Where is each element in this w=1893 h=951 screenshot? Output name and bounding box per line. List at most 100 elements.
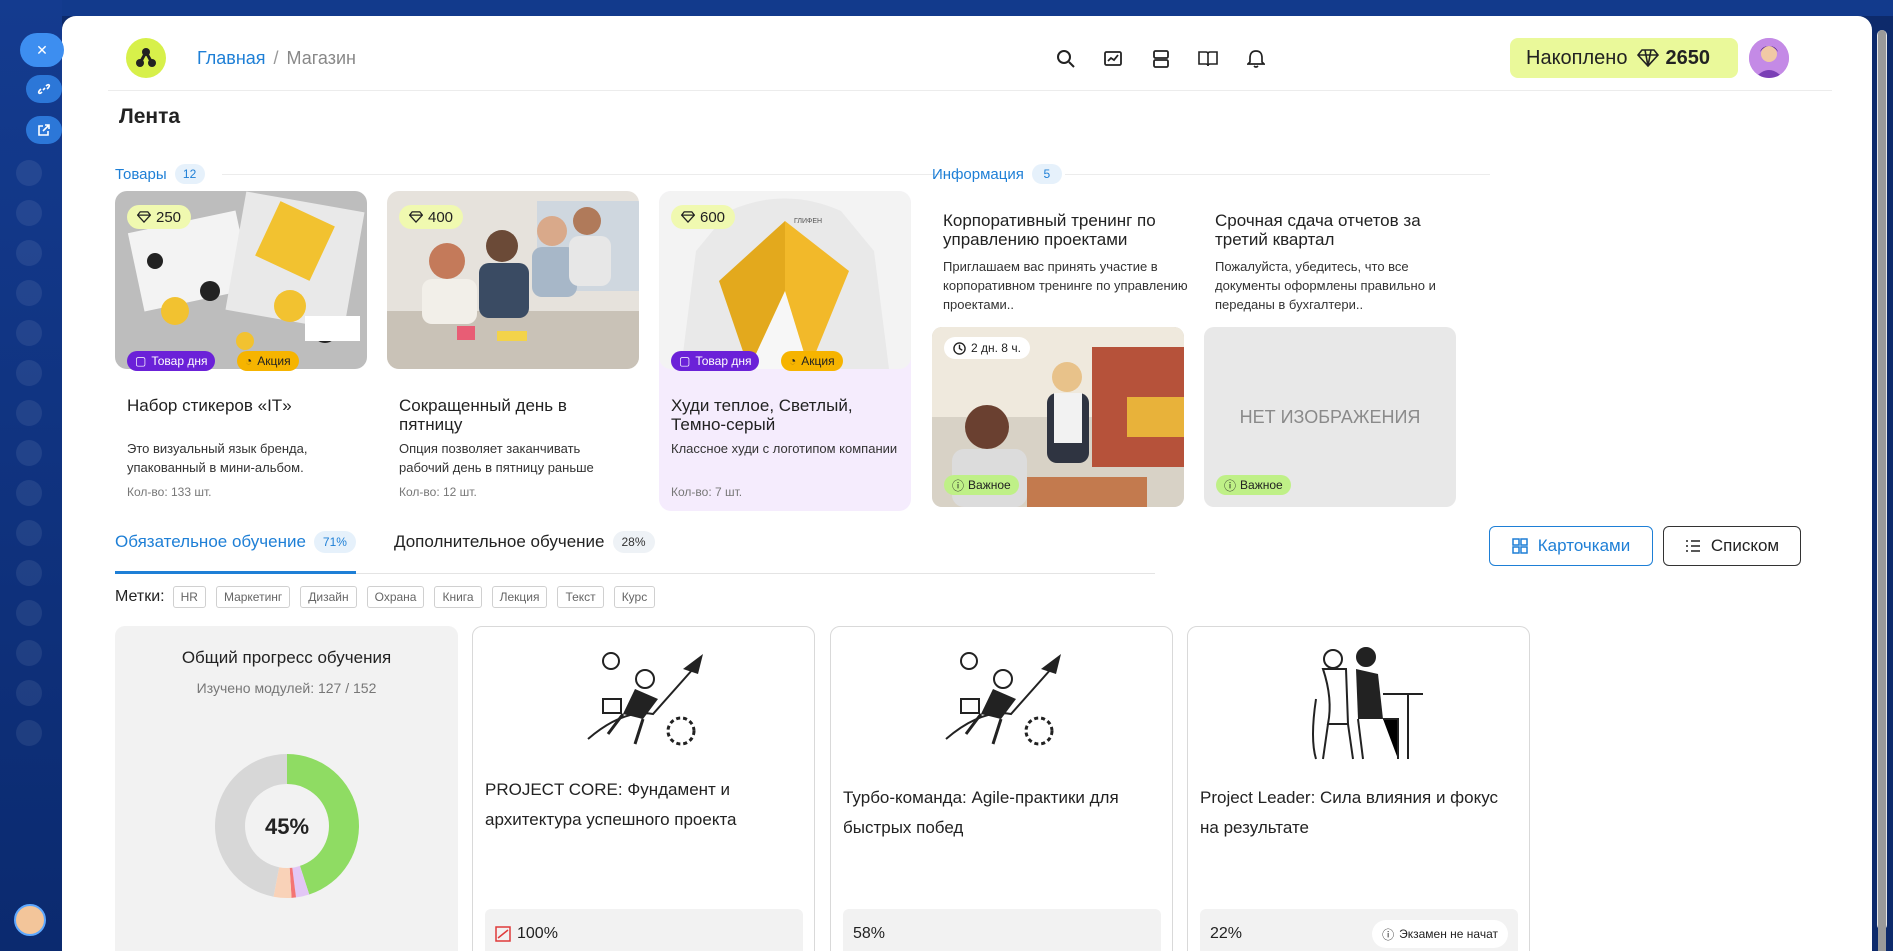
course-title[interactable]: PROJECT CORE: Фундамент и архитектура ус…: [485, 775, 805, 835]
bg-nav-item: [16, 160, 42, 186]
tag-chip[interactable]: Дизайн: [300, 586, 357, 608]
info-image-training: 2 дн. 8 ч. ⓘ Важное: [932, 327, 1184, 507]
close-panel-button[interactable]: ✕: [20, 33, 64, 67]
bg-nav-item: [16, 520, 42, 546]
product-name[interactable]: Набор стикеров «IT»: [127, 396, 357, 415]
scrollbar-thumb[interactable]: [1878, 30, 1886, 951]
list-view-button[interactable]: Списком: [1663, 526, 1801, 566]
products-section-label: Товары 12: [115, 164, 205, 184]
accumulated-points: Накоплено 2650: [1510, 38, 1738, 78]
course-progress-bar: 22% ⓘ Экзамен не начат: [1200, 909, 1518, 951]
tag-chip[interactable]: Маркетинг: [215, 586, 291, 608]
fire-icon: ◔: [245, 354, 253, 368]
product-card[interactable]: 400 Сокращенный день в пятницу Опция поз…: [387, 191, 639, 511]
tab-percent: 28%: [612, 531, 655, 553]
breadcrumb: Главная / Магазин: [197, 48, 356, 69]
product-quantity: Кол-во: 133 шт.: [127, 485, 212, 499]
bg-nav-item: [16, 680, 42, 706]
tab-percent: 71%: [313, 531, 356, 553]
product-quantity: Кол-во: 7 шт.: [671, 485, 743, 499]
bg-nav-item: [16, 600, 42, 626]
logo-icon: [136, 48, 156, 67]
shop-slider-panel: Главная / Магазин Накоплено 2650 Лента Тов…: [62, 16, 1872, 951]
bg-nav-item: [16, 640, 42, 666]
user-avatar[interactable]: [14, 904, 46, 936]
exam-status-label: Экзамен не начат: [1399, 927, 1498, 941]
breadcrumb-current: Магазин: [286, 48, 356, 68]
tag-chip[interactable]: Курс: [613, 586, 656, 608]
course-progress-bar: 58%: [843, 909, 1161, 951]
product-of-day-badge: ▢ Товар дня: [671, 351, 760, 371]
tag-chip[interactable]: Охрана: [366, 586, 425, 608]
open-external-button[interactable]: [26, 116, 62, 144]
info-count: 5: [1031, 164, 1062, 184]
badge-label: Акция: [257, 354, 291, 368]
info-description: Приглашаем вас принять участие в корпора…: [943, 259, 1188, 312]
badge-label: Акция: [801, 354, 835, 368]
completed-icon: [495, 926, 511, 942]
bag-icon: ▢: [135, 354, 147, 368]
info-title[interactable]: Корпоративный тренинг по управлению прое…: [943, 211, 1188, 249]
course-title[interactable]: Project Leader: Сила влияния и фокус на …: [1200, 783, 1520, 843]
storage-icon[interactable]: [1146, 44, 1176, 74]
product-description: Классное худи с логотипом компании: [671, 441, 898, 456]
course-progress-value: 100%: [517, 925, 558, 942]
page-title: Лента: [119, 105, 181, 128]
course-illustration-two-people: [1312, 647, 1423, 760]
product-card[interactable]: 250 ▢ Товар дня ◔ Акция Набор стикеров «…: [115, 191, 367, 511]
bg-nav-item: [16, 320, 42, 346]
products-label[interactable]: Товары: [115, 166, 167, 183]
tag-chip[interactable]: Текст: [557, 586, 604, 608]
price-badge: 600: [671, 205, 736, 229]
tab-required-training[interactable]: Обязательное обучение 71%: [115, 531, 356, 553]
course-card[interactable]: Project Leader: Сила влияния и фокус на …: [1187, 626, 1530, 951]
product-quantity: Кол-во: 12 шт.: [399, 485, 477, 499]
course-card[interactable]: Турбо-команда: Agile-практики для быстры…: [830, 626, 1173, 951]
copy-link-button[interactable]: [26, 75, 62, 103]
progress-donut-chart: 45%: [214, 754, 360, 898]
product-name[interactable]: Худи теплое, Светлый, Темно-серый: [671, 396, 901, 434]
background-app-topbar: [0, 0, 1893, 16]
breadcrumb-separator: /: [273, 48, 279, 68]
logo[interactable]: [126, 38, 166, 78]
tag-chip[interactable]: Книга: [434, 586, 482, 608]
breadcrumb-home-link[interactable]: Главная: [197, 48, 266, 68]
scrollbar[interactable]: [1877, 30, 1887, 951]
diamond-icon: [137, 211, 151, 223]
info-label[interactable]: Информация: [932, 166, 1024, 183]
list-icon: [1685, 540, 1700, 552]
course-title[interactable]: Турбо-команда: Agile-практики для быстры…: [843, 783, 1163, 843]
bg-nav-item: [16, 400, 42, 426]
tag-chip[interactable]: HR: [172, 586, 206, 608]
bg-nav-item: [16, 280, 42, 306]
product-card[interactable]: ГЛИФЕН 600 ▢ Товар дня ◔ Акция Худи тепл…: [659, 191, 911, 511]
badge-label: Важное: [1240, 478, 1283, 492]
info-card[interactable]: Срочная сдача отчетов за третий квартал …: [1204, 211, 1456, 509]
cards-view-button[interactable]: Карточками: [1489, 526, 1653, 566]
exam-status-badge: ⓘ Экзамен не начат: [1372, 920, 1508, 948]
link-icon: [37, 83, 51, 95]
course-card[interactable]: PROJECT CORE: Фундамент и архитектура ус…: [472, 626, 815, 951]
product-name[interactable]: Сокращенный день в пятницу: [399, 396, 629, 434]
tab-label: Обязательное обучение: [115, 532, 306, 551]
button-label: Карточками: [1537, 536, 1631, 555]
bag-icon: ▢: [679, 354, 691, 368]
product-description: Это визуальный язык бренда, упакованный …: [127, 441, 308, 475]
info-title[interactable]: Срочная сдача отчетов за третий квартал: [1215, 211, 1460, 249]
badge-label: Товар дня: [695, 354, 752, 368]
book-icon[interactable]: [1193, 44, 1223, 74]
analytics-icon[interactable]: [1098, 44, 1128, 74]
external-link-icon: [38, 124, 50, 136]
avatar[interactable]: [1749, 38, 1789, 78]
course-illustration-rocket-person: [945, 652, 1061, 746]
info-circle-icon: ⓘ: [952, 478, 965, 493]
bg-nav-item: [16, 240, 42, 266]
bell-icon[interactable]: [1241, 44, 1271, 74]
tab-additional-training[interactable]: Дополнительное обучение 28%: [394, 531, 655, 553]
search-icon[interactable]: [1051, 44, 1081, 74]
section-divider: [1065, 174, 1490, 175]
product-description: Опция позволяет заканчивать рабочий день…: [399, 441, 594, 475]
tag-chip[interactable]: Лекция: [491, 586, 548, 608]
accumulated-value: 2650: [1665, 46, 1710, 69]
info-card[interactable]: Корпоративный тренинг по управлению прое…: [932, 211, 1188, 509]
